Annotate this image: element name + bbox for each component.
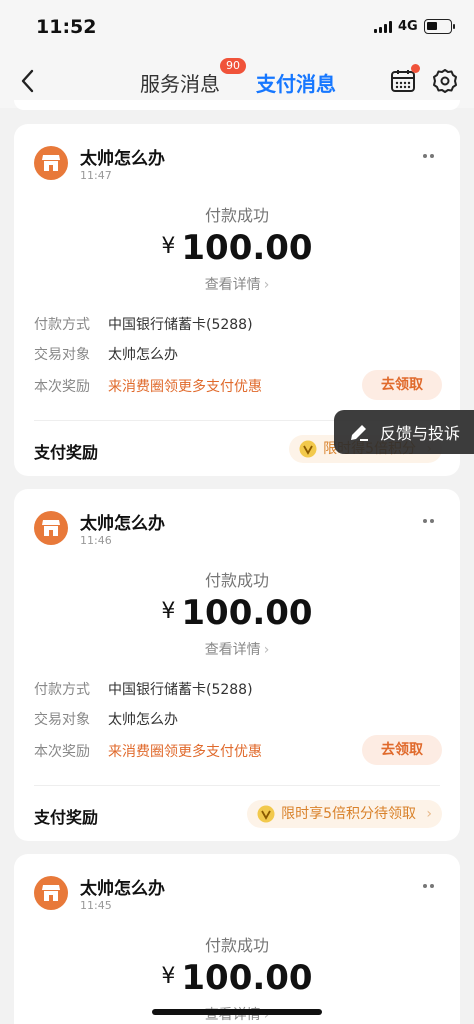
row-value: 太帅怎么办 xyxy=(108,712,178,728)
reward-pill-label: 限时享5倍积分待领取 xyxy=(281,806,416,822)
shop-icon xyxy=(42,155,60,171)
amount-value: 100.00 xyxy=(181,958,313,998)
network-type: 4G xyxy=(398,19,418,34)
reward-title: 支付奖励 xyxy=(34,443,99,462)
merchant-name: 太帅怎么办 xyxy=(80,879,165,899)
row-key: 本次奖励 xyxy=(34,744,90,760)
row-value: 来消费圈领更多支付优惠 xyxy=(108,379,262,395)
claim-button[interactable]: 去领取 xyxy=(362,735,442,765)
payment-method-row: 付款方式 中国银行储蓄卡(5288) xyxy=(34,314,253,334)
tab-payment-messages[interactable]: 支付消息 xyxy=(256,68,336,97)
reward-pill[interactable]: 限时享5倍积分待领取 › xyxy=(247,800,442,828)
payment-card[interactable]: 太帅怎么办 11:45 付款成功 ¥100.00 查看详情 › xyxy=(14,854,460,1024)
view-details-link[interactable]: 查看详情 › xyxy=(14,639,460,659)
currency-symbol: ¥ xyxy=(161,964,176,989)
amount-value: 100.00 xyxy=(181,228,313,268)
status-bar: 11:52 4G xyxy=(0,0,474,56)
edit-icon xyxy=(351,425,368,441)
row-key: 付款方式 xyxy=(34,317,90,333)
row-key: 付款方式 xyxy=(34,682,90,698)
status-time: 11:52 xyxy=(36,16,97,38)
payment-amount: ¥100.00 xyxy=(14,593,460,633)
back-button[interactable] xyxy=(14,66,44,96)
settings-button[interactable] xyxy=(432,68,458,94)
payment-card[interactable]: 太帅怎么办 11:46 付款成功 ¥100.00 查看详情 › 付款方式 中国银行储… xyxy=(14,489,460,841)
more-options-icon[interactable] xyxy=(423,884,434,888)
divider xyxy=(34,785,440,786)
counterparty-row: 交易对象 太帅怎么办 xyxy=(34,344,178,364)
chevron-left-icon xyxy=(21,69,34,93)
unread-badge: 90 xyxy=(220,58,246,74)
points-icon xyxy=(299,440,317,458)
card-time: 11:47 xyxy=(80,169,112,182)
view-details-label: 查看详情 xyxy=(204,642,261,658)
currency-symbol: ¥ xyxy=(161,599,176,624)
row-value: 来消费圈领更多支付优惠 xyxy=(108,744,262,760)
row-key: 交易对象 xyxy=(34,347,90,363)
feedback-label: 反馈与投诉 xyxy=(380,424,461,443)
merchant-avatar xyxy=(34,511,68,545)
chevron-right-icon: › xyxy=(426,806,432,822)
row-value: 中国银行储蓄卡(5288) xyxy=(108,682,253,698)
shop-icon xyxy=(42,885,60,901)
points-icon xyxy=(257,805,275,823)
payment-status: 付款成功 xyxy=(204,936,269,955)
calendar-notification-dot xyxy=(411,64,420,73)
more-options-icon[interactable] xyxy=(423,519,434,523)
gear-icon xyxy=(433,69,457,93)
row-key: 本次奖励 xyxy=(34,379,90,395)
counterparty-row: 交易对象 太帅怎么办 xyxy=(34,709,178,729)
card-time: 11:46 xyxy=(80,534,112,547)
merchant-name: 太帅怎么办 xyxy=(80,149,165,169)
payment-status: 付款成功 xyxy=(204,571,269,590)
payment-status: 付款成功 xyxy=(204,206,269,225)
payment-amount: ¥100.00 xyxy=(14,228,460,268)
row-key: 交易对象 xyxy=(34,712,90,728)
merchant-avatar xyxy=(34,146,68,180)
tab-service-messages[interactable]: 服务消息 xyxy=(140,68,220,97)
chevron-right-icon: › xyxy=(263,277,270,293)
view-details-label: 查看详情 xyxy=(204,277,261,293)
signal-icon xyxy=(374,21,392,33)
merchant-avatar xyxy=(34,876,68,910)
reward-row: 本次奖励 来消费圈领更多支付优惠 xyxy=(34,741,262,761)
row-value: 太帅怎么办 xyxy=(108,347,178,363)
card-time: 11:45 xyxy=(80,899,112,912)
shop-icon xyxy=(42,520,60,536)
feedback-button[interactable]: 反馈与投诉 xyxy=(334,410,474,454)
claim-button[interactable]: 去领取 xyxy=(362,370,442,400)
payment-method-row: 付款方式 中国银行储蓄卡(5288) xyxy=(34,679,253,699)
view-details-link[interactable]: 查看详情 › xyxy=(14,274,460,294)
reward-title: 支付奖励 xyxy=(34,808,99,827)
currency-symbol: ¥ xyxy=(161,234,176,259)
reward-row: 本次奖励 来消费圈领更多支付优惠 xyxy=(34,376,262,396)
amount-value: 100.00 xyxy=(181,593,313,633)
battery-icon xyxy=(424,19,455,34)
more-options-icon[interactable] xyxy=(423,154,434,158)
home-indicator[interactable] xyxy=(152,1009,322,1015)
merchant-name: 太帅怎么办 xyxy=(80,514,165,534)
chevron-right-icon: › xyxy=(263,642,270,658)
previous-card-edge xyxy=(14,100,460,110)
payment-amount: ¥100.00 xyxy=(14,958,460,998)
row-value: 中国银行储蓄卡(5288) xyxy=(108,317,253,333)
